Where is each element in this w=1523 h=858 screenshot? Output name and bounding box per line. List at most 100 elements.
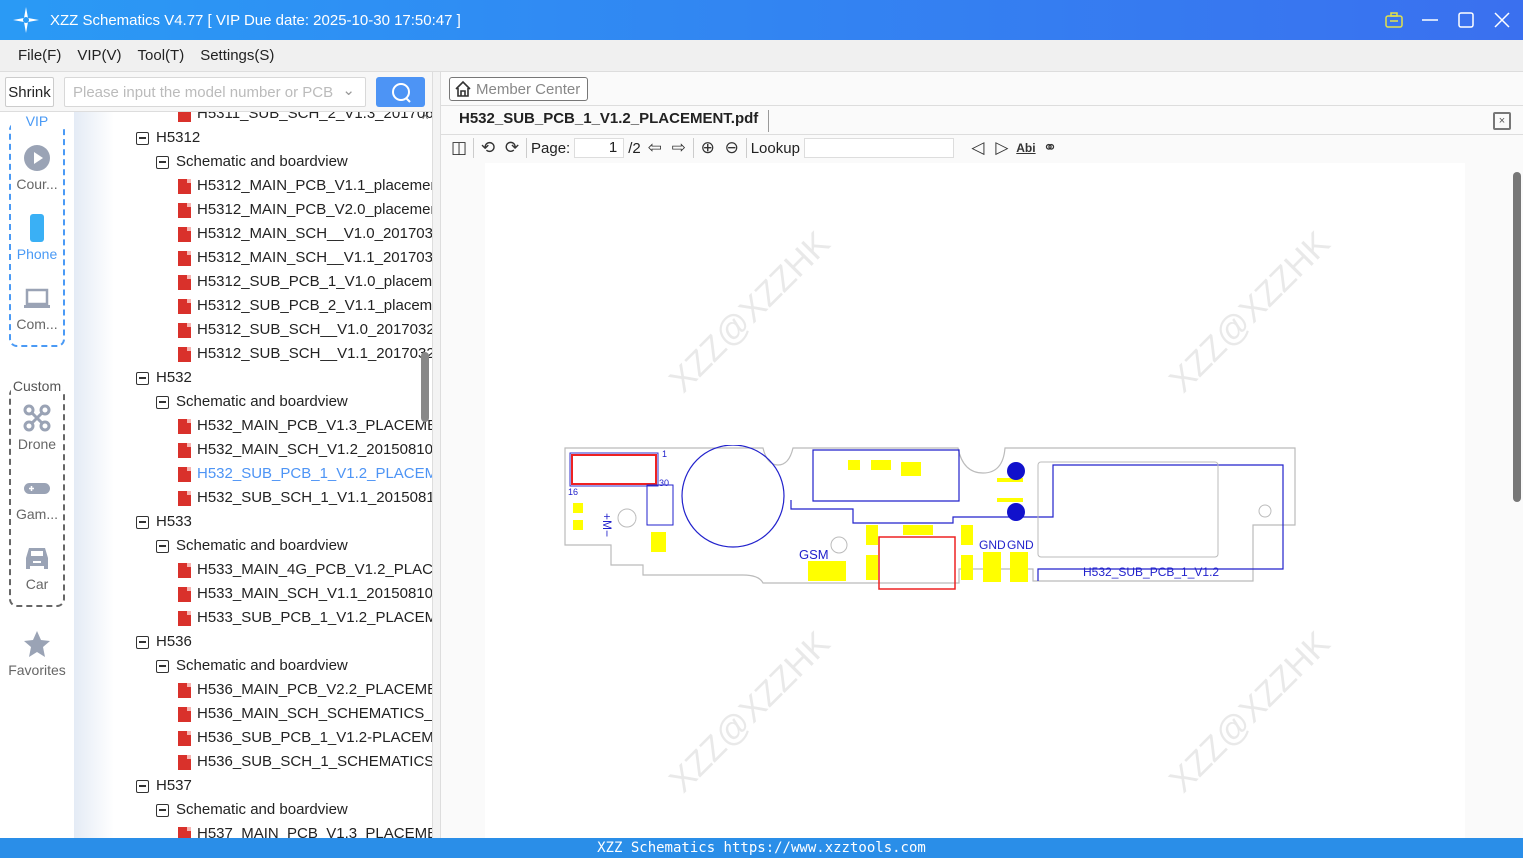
tree-item-label: H532_SUB_SCH_1_V1.1_20150810. — [197, 486, 432, 510]
collapse-icon[interactable] — [156, 540, 169, 553]
tree-folder-item[interactable]: H532 — [136, 366, 406, 390]
viewer-scrollbar[interactable] — [1513, 172, 1521, 502]
chevron-down-icon[interactable]: ⌄ — [342, 81, 355, 99]
collapse-icon[interactable] — [156, 156, 169, 169]
tree-folder-item[interactable]: Schematic and boardview — [156, 534, 426, 558]
sidebar-item-phone[interactable]: Phone — [0, 214, 74, 262]
tree-folder-item[interactable]: H533 — [136, 510, 406, 534]
tree-file-item[interactable]: H5312_MAIN_PCB_V1.1_placement — [178, 174, 432, 198]
tree-folder-item[interactable]: Schematic and boardview — [156, 654, 426, 678]
tree-file-item[interactable]: H536_SUB_SCH_1_SCHEMATICS_V — [178, 750, 432, 774]
sidebar-item-courses[interactable]: Cour... — [0, 144, 74, 192]
sidebar-item-car[interactable]: Car — [0, 544, 74, 592]
pdf-icon — [178, 491, 191, 506]
rotate-left-icon[interactable]: ⟲ — [478, 137, 498, 159]
rotate-right-icon[interactable]: ⟳ — [502, 137, 522, 159]
model-search-input[interactable]: Please input the model number or PCB⌄ — [64, 77, 366, 107]
tree-file-item[interactable]: H532_MAIN_PCB_V1.3_PLACEMENT — [178, 414, 432, 438]
tree-file-item[interactable]: H533_MAIN_SCH_V1.1_20150810.pdf — [178, 582, 432, 606]
menu-settings[interactable]: Settings(S) — [200, 47, 274, 64]
minimize-button[interactable] — [1419, 9, 1441, 31]
tree-item-label: H5311_SUB_SCH_2_V1.3_2017060... — [197, 112, 432, 126]
pdf-icon — [178, 347, 191, 362]
menu-file[interactable]: File(F) — [18, 47, 61, 64]
tree-file-item[interactable]: H5311_SUB_SCH_2_V1.3_2017060... — [178, 112, 432, 126]
tree-file-item[interactable]: H536_SUB_PCB_1_V1.2-PLACEMENT — [178, 726, 432, 750]
tree-folder-item[interactable]: Schematic and boardview — [156, 150, 426, 174]
next-page-icon[interactable]: ⇨ — [669, 137, 689, 159]
tree-folder-item[interactable]: H536 — [136, 630, 406, 654]
tree-item-label: H537 — [156, 774, 192, 798]
prev-page-icon[interactable]: ⇦ — [645, 137, 665, 159]
tree-file-item[interactable]: H5312_SUB_SCH__V1.0_20170327. — [178, 318, 432, 342]
maximize-button[interactable] — [1455, 9, 1477, 31]
binoculars-icon[interactable]: ⚭ — [1040, 137, 1060, 159]
close-button[interactable] — [1491, 9, 1513, 31]
collapse-icon[interactable] — [156, 396, 169, 409]
tree-item-label: H5312_MAIN_PCB_V1.1_placement — [197, 174, 432, 198]
tree-item-label: H5312_MAIN_SCH__V1.0_20170327 — [197, 222, 432, 246]
pcb-label-pin30: 30 — [659, 478, 669, 488]
gamepad-icon — [23, 474, 51, 502]
find-next-icon[interactable]: ▷ — [992, 137, 1012, 159]
tree-item-label: Schematic and boardview — [176, 654, 348, 678]
tree-file-item[interactable]: H5312_MAIN_SCH__V1.0_20170327 — [178, 222, 432, 246]
sidebar-item-favorites[interactable]: Favorites — [0, 630, 74, 678]
collapse-icon[interactable] — [136, 372, 149, 385]
collapse-icon[interactable] — [156, 804, 169, 817]
sidebar-item-games[interactable]: Gam... — [0, 474, 74, 522]
sidebar-item-label: Phone — [17, 246, 57, 262]
pcb-label-motor: +M− — [600, 513, 614, 537]
page-label: Page: — [531, 140, 570, 157]
collapse-icon[interactable] — [136, 636, 149, 649]
sidebar-item-computer[interactable]: Com... — [0, 284, 74, 332]
collapse-icon[interactable] — [156, 660, 169, 673]
tree-folder-item[interactable]: Schematic and boardview — [156, 390, 426, 414]
sidebar-item-drone[interactable]: Drone — [0, 404, 74, 452]
tree-item-label: H532_SUB_PCB_1_V1.2_PLACEMENT — [197, 462, 432, 486]
tree-file-item[interactable]: H532_MAIN_SCH_V1.2_20150810.pdf — [178, 438, 432, 462]
document-tab[interactable]: H532_SUB_PCB_1_V1.2_PLACEMENT.pdf — [459, 110, 769, 132]
tree-file-item[interactable]: H532_SUB_SCH_1_V1.1_20150810. — [178, 486, 432, 510]
tree-file-item[interactable]: H533_MAIN_4G_PCB_V1.2_PLACEMENT — [178, 558, 432, 582]
tree-file-item[interactable]: H5312_SUB_PCB_1_V1.0_placement — [178, 270, 432, 294]
zoom-in-icon[interactable]: ⊕ — [698, 137, 718, 159]
menu-tool[interactable]: Tool(T) — [138, 47, 185, 64]
tree-file-item[interactable]: H5312_SUB_SCH__V1.1_20170327. — [178, 342, 432, 366]
app-logo-icon — [12, 6, 40, 34]
lookup-input[interactable] — [804, 138, 954, 158]
tree-file-item[interactable]: H5312_MAIN_PCB_V2.0_placement — [178, 198, 432, 222]
briefcase-icon[interactable] — [1383, 9, 1405, 31]
scroll-up-arrow[interactable]: ^ — [422, 112, 428, 126]
shrink-button[interactable]: Shrink — [5, 77, 54, 107]
phone-icon — [23, 214, 51, 242]
tree-folder-item[interactable]: H537 — [136, 774, 406, 798]
tree-file-item[interactable]: H537_MAIN_PCB_V1.3_PLACEMENT — [178, 822, 432, 838]
collapse-icon[interactable] — [136, 516, 149, 529]
tree-file-item[interactable]: H5312_MAIN_SCH__V1.1_20170327 — [178, 246, 432, 270]
tree-item-label: H5312_SUB_PCB_1_V1.0_placement — [197, 270, 432, 294]
page-input[interactable]: 1 — [574, 138, 624, 158]
tree-file-item[interactable]: H533_SUB_PCB_1_V1.2_PLACEMENT — [178, 606, 432, 630]
tree-file-item[interactable]: H536_MAIN_SCH_SCHEMATICS_V — [178, 702, 432, 726]
collapse-icon[interactable] — [136, 132, 149, 145]
collapse-icon[interactable] — [136, 780, 149, 793]
tree-file-item[interactable]: H536_MAIN_PCB_V2.2_PLACEMENT — [178, 678, 432, 702]
tree-file-item[interactable]: H5312_SUB_PCB_2_V1.1_placement — [178, 294, 432, 318]
home-icon — [454, 80, 472, 98]
member-center-button[interactable]: Member Center — [449, 77, 588, 101]
two-page-icon[interactable]: ◫ — [449, 137, 469, 159]
close-all-tabs-icon[interactable]: × — [1493, 112, 1511, 130]
tree-folder-item[interactable]: Schematic and boardview — [156, 798, 426, 822]
tree-file-item[interactable]: H532_SUB_PCB_1_V1.2_PLACEMENT — [178, 462, 432, 486]
search-button[interactable] — [376, 77, 425, 107]
menu-vip[interactable]: VIP(V) — [77, 47, 121, 64]
tree-folder-item[interactable]: H5312 — [136, 126, 406, 150]
pane-splitter[interactable] — [432, 72, 441, 838]
find-prev-icon[interactable]: ◁ — [968, 137, 988, 159]
tree-scrollbar[interactable] — [421, 352, 429, 422]
match-case-icon[interactable]: Abi — [1016, 137, 1036, 159]
zoom-out-icon[interactable]: ⊖ — [722, 137, 742, 159]
pdf-page: XZZ@XZZHK XZZ@XZZHK XZZ@XZZHK XZZ@XZZHK — [485, 163, 1465, 838]
tree-item-label: H532_MAIN_PCB_V1.3_PLACEMENT — [197, 414, 432, 438]
